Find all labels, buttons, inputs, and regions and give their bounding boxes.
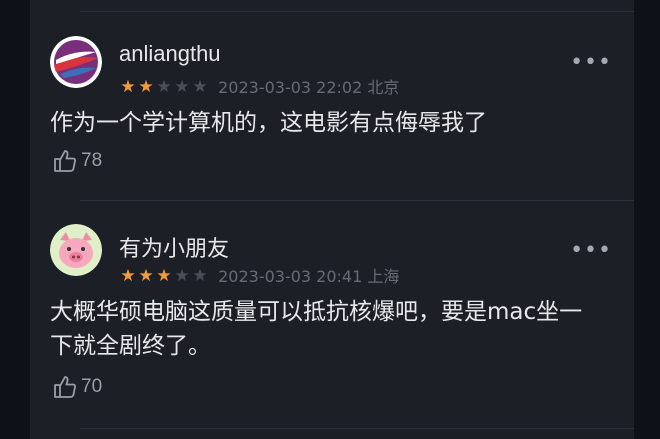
- avatar[interactable]: [50, 224, 102, 276]
- comment-meta: ★ ★ ★ ★ ★ 2023-03-03 22:02 北京: [119, 74, 399, 97]
- comment-text: 作为一个学计算机的，这电影有点侮辱我了: [50, 110, 487, 136]
- more-options-icon[interactable]: •••: [570, 240, 612, 262]
- star-rating: ★ ★ ★ ★ ★: [119, 266, 209, 285]
- thumbs-up-icon: [54, 376, 76, 398]
- star-icon: ★: [174, 265, 190, 286]
- divider: [80, 428, 634, 429]
- divider: [80, 11, 634, 12]
- star-icon: ★: [174, 76, 190, 97]
- like-count: 70: [81, 376, 103, 397]
- star-icon: ★: [120, 76, 136, 97]
- star-icon: ★: [192, 76, 208, 97]
- comment-text: 大概华硕电脑这质量可以抵抗核爆吧，要是mac坐一下就全剧终了。: [50, 299, 583, 359]
- datetime-location: 2023-03-03 20:41 上海: [218, 267, 400, 286]
- username[interactable]: anliangthu: [119, 41, 221, 67]
- tsinghua-logo-icon: [50, 36, 102, 88]
- thumbs-up-icon: [54, 150, 76, 172]
- like-button[interactable]: 70: [52, 374, 102, 402]
- divider: [80, 200, 634, 201]
- comment-meta: ★ ★ ★ ★ ★ 2023-03-03 20:41 上海: [119, 263, 399, 286]
- star-icon: ★: [120, 265, 136, 286]
- star-rating: ★ ★ ★ ★ ★: [119, 77, 209, 96]
- username[interactable]: 有为小朋友: [119, 231, 229, 263]
- more-options-icon[interactable]: •••: [570, 52, 612, 74]
- star-icon: ★: [138, 76, 154, 97]
- pig-icon: [50, 224, 102, 276]
- avatar[interactable]: [50, 36, 102, 88]
- like-button[interactable]: 78: [52, 148, 102, 176]
- comments-panel: anliangthu ••• ★ ★ ★ ★ ★ 2023-03-03 22:02 北京…: [30, 0, 634, 439]
- datetime-location: 2023-03-03 22:02 北京: [218, 78, 400, 97]
- star-icon: ★: [156, 76, 172, 97]
- star-icon: ★: [192, 265, 208, 286]
- star-icon: ★: [156, 265, 172, 286]
- star-icon: ★: [138, 265, 154, 286]
- like-count: 78: [81, 150, 103, 171]
